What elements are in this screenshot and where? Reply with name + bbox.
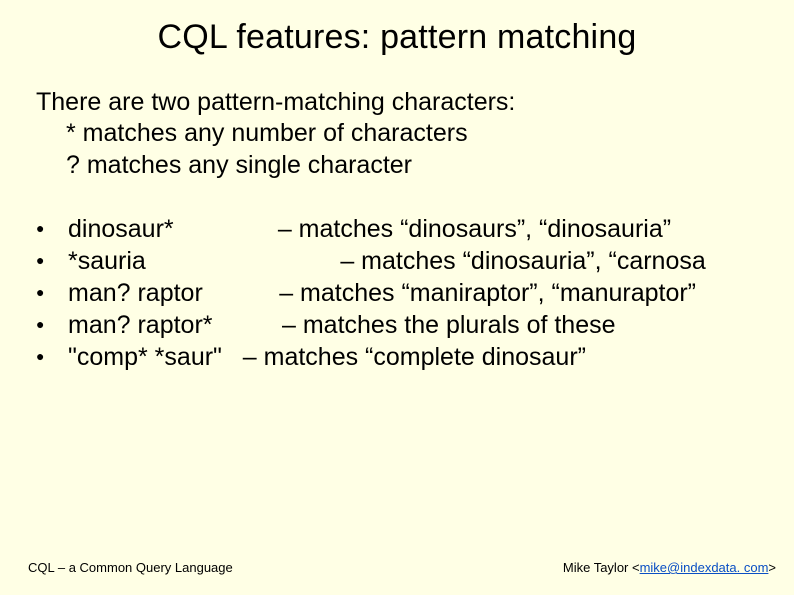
example-gap bbox=[213, 309, 282, 341]
bullet-icon: ● bbox=[36, 252, 68, 270]
footer-left: CQL – a Common Query Language bbox=[28, 560, 233, 575]
example-gap bbox=[174, 213, 278, 245]
slide-title: CQL features: pattern matching bbox=[0, 0, 794, 57]
example-match: – matches “complete dinosaur” bbox=[243, 341, 586, 373]
footer: CQL – a Common Query Language Mike Taylo… bbox=[28, 560, 776, 575]
list-item: ● "comp* *saur" – matches “complete dino… bbox=[36, 341, 794, 373]
bullet-icon: ● bbox=[36, 284, 68, 302]
example-pattern: *sauria bbox=[68, 245, 146, 277]
intro-line-3: ? matches any single character bbox=[66, 150, 794, 181]
example-gap bbox=[222, 341, 243, 373]
intro-line-1: There are two pattern-matching character… bbox=[36, 87, 794, 118]
example-gap bbox=[203, 277, 279, 309]
footer-email-link[interactable]: mike@indexdata. com bbox=[640, 560, 769, 575]
footer-right: Mike Taylor <mike@indexdata. com> bbox=[563, 560, 776, 575]
examples-list: ● dinosaur* – matches “dinosaurs”, “dino… bbox=[36, 213, 794, 373]
example-gap bbox=[146, 245, 340, 277]
list-item: ● dinosaur* – matches “dinosaurs”, “dino… bbox=[36, 213, 794, 245]
bullet-icon: ● bbox=[36, 316, 68, 334]
example-match: – matches the plurals of these bbox=[282, 309, 616, 341]
example-pattern: "comp* *saur" bbox=[68, 341, 222, 373]
list-item: ● *sauria – matches “dinosauria”, “carno… bbox=[36, 245, 794, 277]
example-match: – matches “maniraptor”, “manuraptor” bbox=[279, 277, 696, 309]
list-item: ● man? raptor* – matches the plurals of … bbox=[36, 309, 794, 341]
list-item: ● man? raptor – matches “maniraptor”, “m… bbox=[36, 277, 794, 309]
intro-line-2: * matches any number of characters bbox=[66, 118, 794, 149]
example-pattern: dinosaur* bbox=[68, 213, 174, 245]
example-pattern: man? raptor* bbox=[68, 309, 213, 341]
bullet-icon: ● bbox=[36, 220, 68, 238]
intro-block: There are two pattern-matching character… bbox=[36, 87, 794, 181]
bullet-icon: ● bbox=[36, 348, 68, 366]
footer-author-suffix: > bbox=[768, 560, 776, 575]
example-match: – matches “dinosaurs”, “dinosauria” bbox=[278, 213, 671, 245]
footer-author-prefix: Mike Taylor < bbox=[563, 560, 640, 575]
example-match: – matches “dinosauria”, “carnosa bbox=[340, 245, 705, 277]
example-pattern: man? raptor bbox=[68, 277, 203, 309]
